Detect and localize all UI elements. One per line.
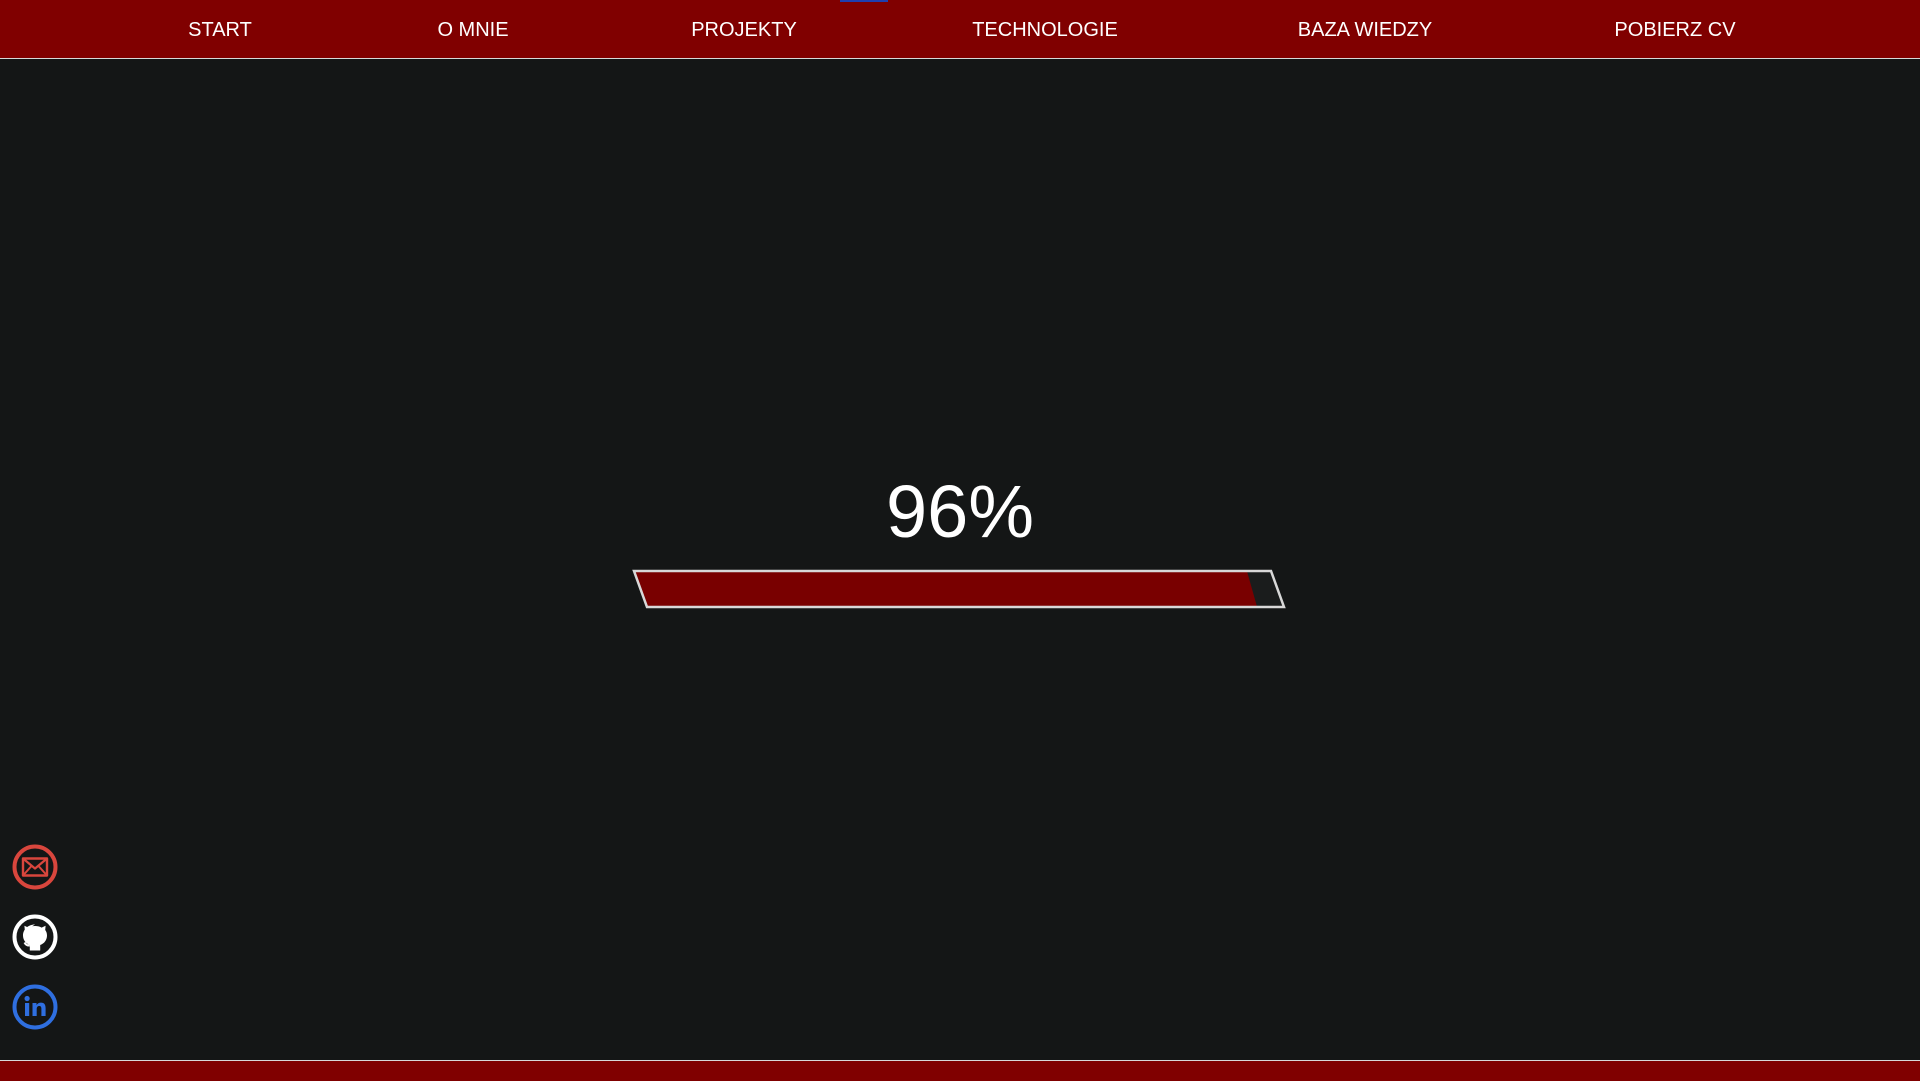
email-link[interactable] xyxy=(12,844,58,890)
progress-fill xyxy=(634,571,1259,607)
github-icon xyxy=(12,914,58,960)
github-link[interactable] xyxy=(12,914,58,960)
mail-icon xyxy=(12,844,58,890)
linkedin-icon xyxy=(12,984,58,1030)
footer-strip xyxy=(0,1060,1920,1081)
loading-progress-bar xyxy=(632,569,1286,609)
loading-percentage: 96% xyxy=(885,470,1035,553)
page-loader: 96% xyxy=(0,0,1920,1080)
linkedin-link[interactable] xyxy=(12,984,58,1030)
